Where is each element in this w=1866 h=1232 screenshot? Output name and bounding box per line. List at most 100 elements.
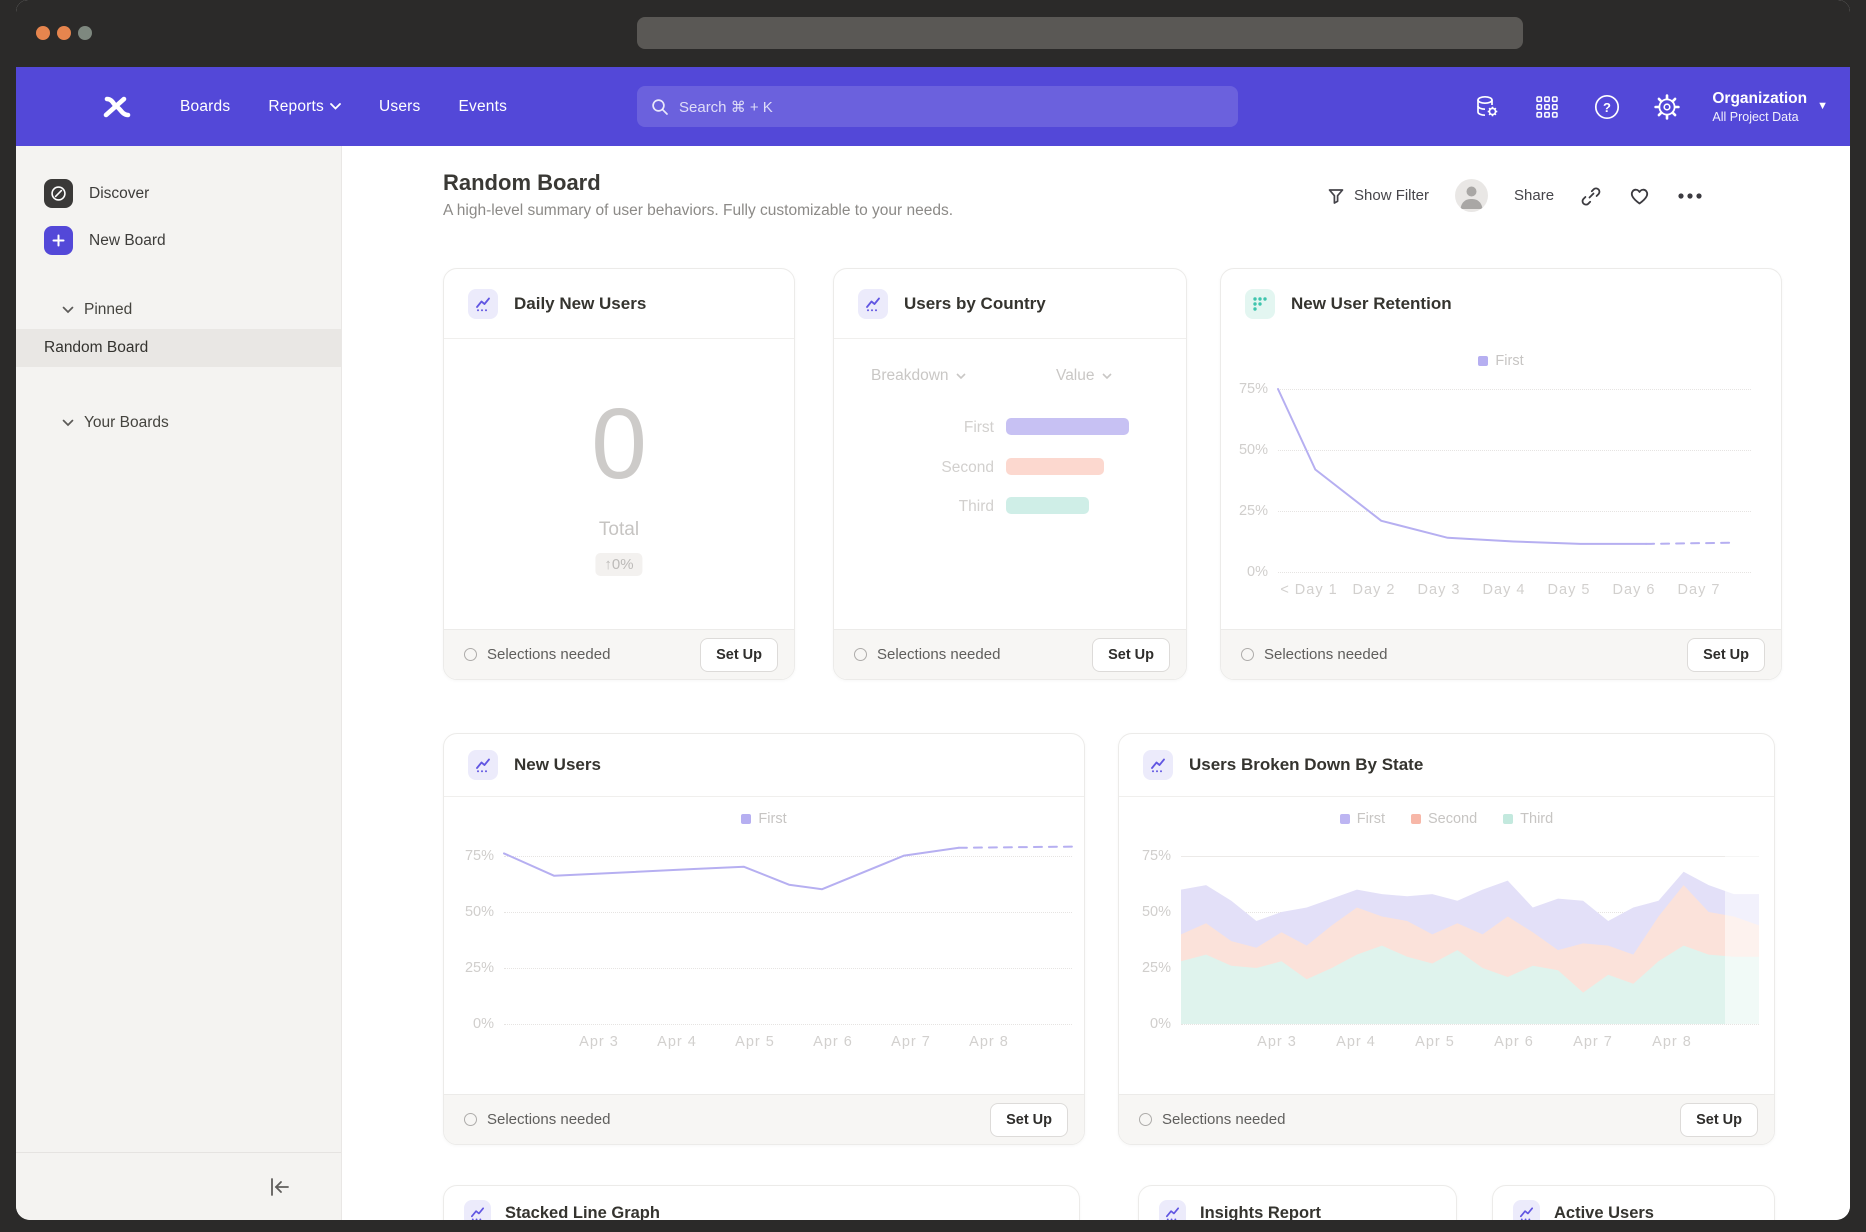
breakdown-dropdown[interactable]: Breakdown <box>871 367 966 385</box>
top-navbar: Boards Reports Users Events Search ⌘ + K <box>16 67 1850 146</box>
window-minimize-button[interactable] <box>57 26 71 40</box>
set-up-button[interactable]: Set Up <box>1092 638 1170 672</box>
favorite-heart-icon[interactable] <box>1628 185 1651 206</box>
share-button[interactable]: Share <box>1514 187 1554 204</box>
browser-window: Boards Reports Users Events Search ⌘ + K <box>16 0 1850 1220</box>
sidebar: Discover New Board Pinned Random Board Y… <box>16 146 342 1220</box>
set-up-button[interactable]: Set Up <box>1680 1103 1758 1137</box>
sidebar-item-random-board[interactable]: Random Board <box>16 329 341 367</box>
card-footer: Selections needed Set Up <box>444 1094 1084 1144</box>
metric-delta-badge: ↑0% <box>595 553 642 576</box>
card-daily-new-users: Daily New Users 0 Total ↑0% Selections n… <box>443 268 795 680</box>
set-up-button[interactable]: Set Up <box>1687 638 1765 672</box>
sidebar-item-new-board[interactable]: New Board <box>44 226 166 255</box>
help-icon[interactable]: ? <box>1592 92 1622 122</box>
chart-legend: First <box>1221 353 1781 369</box>
bar-label: Third <box>874 498 994 516</box>
filter-funnel-icon <box>1327 187 1345 205</box>
window-controls <box>36 26 92 40</box>
chevron-down-icon <box>62 306 74 314</box>
plus-icon <box>44 226 73 255</box>
line-chart-icon <box>1143 750 1173 780</box>
svg-text:?: ? <box>1603 100 1611 115</box>
card-title: New User Retention <box>1291 294 1452 314</box>
status-text: Selections needed <box>487 646 700 663</box>
metric-value: 0 <box>444 387 794 502</box>
card-stacked-line-graph: Stacked Line Graph <box>443 1185 1080 1220</box>
sidebar-new-board-label: New Board <box>89 232 166 250</box>
card-footer: Selections needed Set Up <box>444 629 794 679</box>
your-boards-section-label: Your Boards <box>84 414 169 432</box>
page-title: Random Board <box>443 170 601 196</box>
card-new-users: New Users First Apr 3Apr 4Apr 5Apr 6Apr … <box>443 733 1085 1145</box>
legend-label: Third <box>1520 811 1553 827</box>
line-chart-icon <box>468 750 498 780</box>
card-active-users: Active Users <box>1492 1185 1775 1220</box>
line-chart-icon <box>468 289 498 319</box>
set-up-button[interactable]: Set Up <box>700 638 778 672</box>
card-new-user-retention: New User Retention First < Day 1Day 2Day… <box>1220 268 1782 680</box>
nav-item-boards[interactable]: Boards <box>180 98 230 116</box>
search-placeholder: Search ⌘ + K <box>679 98 773 116</box>
discover-compass-icon <box>44 179 73 208</box>
card-title: Stacked Line Graph <box>505 1204 660 1220</box>
card-title: New Users <box>514 755 601 775</box>
nav-item-reports[interactable]: Reports <box>268 98 341 116</box>
line-chart-icon <box>1159 1200 1186 1220</box>
more-options-icon[interactable] <box>1677 192 1703 200</box>
retention-line-chart <box>1278 389 1733 572</box>
window-close-button[interactable] <box>36 26 50 40</box>
org-switcher[interactable]: Organization All Project Data ▼ <box>1712 89 1828 123</box>
page-subtitle: A high-level summary of user behaviors. … <box>443 202 953 220</box>
mixpanel-logo-icon[interactable] <box>100 94 134 120</box>
card-users-by-state: Users Broken Down By State First Second … <box>1118 733 1775 1145</box>
x-axis-labels: < Day 1Day 2Day 3Day 4Day 5Day 6Day 7 <box>1221 582 1781 602</box>
legend-label: First <box>1357 811 1385 827</box>
card-title: Users Broken Down By State <box>1189 755 1423 775</box>
avatar[interactable] <box>1455 179 1488 212</box>
sidebar-item-discover[interactable]: Discover <box>44 179 149 208</box>
card-title: Active Users <box>1554 1204 1654 1220</box>
bar-label: First <box>874 419 994 437</box>
chevron-down-icon <box>330 103 341 110</box>
copy-link-icon[interactable] <box>1580 185 1602 207</box>
chevron-down-icon <box>1102 373 1112 379</box>
country-bar <box>1006 458 1104 475</box>
legend-swatch <box>1411 814 1421 824</box>
set-up-button[interactable]: Set Up <box>990 1103 1068 1137</box>
value-dropdown[interactable]: Value <box>1056 367 1112 385</box>
line-chart-icon <box>464 1200 491 1220</box>
sidebar-section-pinned[interactable]: Pinned <box>62 301 132 319</box>
address-bar[interactable] <box>637 17 1523 49</box>
search-input[interactable]: Search ⌘ + K <box>637 86 1238 127</box>
country-bar <box>1006 418 1129 435</box>
board-main: Random Board A high-level summary of use… <box>342 146 1850 1220</box>
window-chrome <box>16 0 1850 67</box>
chevron-down-icon <box>62 419 74 427</box>
sidebar-collapse-icon[interactable] <box>268 1176 292 1203</box>
sidebar-divider <box>16 1152 341 1153</box>
data-management-icon[interactable] <box>1472 92 1502 122</box>
show-filter-button[interactable]: Show Filter <box>1327 187 1429 205</box>
status-circle-icon <box>464 648 477 661</box>
x-axis-labels: Apr 3Apr 4Apr 5Apr 6Apr 7Apr 8 <box>444 1034 1084 1054</box>
card-insights-report: Insights Report <box>1138 1185 1457 1220</box>
retention-grid-icon <box>1245 289 1275 319</box>
status-circle-icon <box>1139 1113 1152 1126</box>
legend-label: First <box>1495 353 1523 369</box>
apps-grid-icon[interactable] <box>1532 92 1562 122</box>
card-footer: Selections needed Set Up <box>834 629 1186 679</box>
status-text: Selections needed <box>487 1111 990 1128</box>
settings-gear-icon[interactable] <box>1652 92 1682 122</box>
card-title: Users by Country <box>904 294 1046 314</box>
sidebar-section-your-boards[interactable]: Your Boards <box>62 414 169 432</box>
bar-label: Second <box>874 459 994 477</box>
nav-item-users[interactable]: Users <box>379 98 420 116</box>
status-text: Selections needed <box>1162 1111 1680 1128</box>
x-axis-labels: Apr 3Apr 4Apr 5Apr 6Apr 7Apr 8 <box>1119 1034 1774 1054</box>
sidebar-discover-label: Discover <box>89 185 149 203</box>
nav-item-events[interactable]: Events <box>458 98 507 116</box>
window-zoom-button[interactable] <box>78 26 92 40</box>
status-circle-icon <box>854 648 867 661</box>
card-title: Insights Report <box>1200 1204 1321 1220</box>
